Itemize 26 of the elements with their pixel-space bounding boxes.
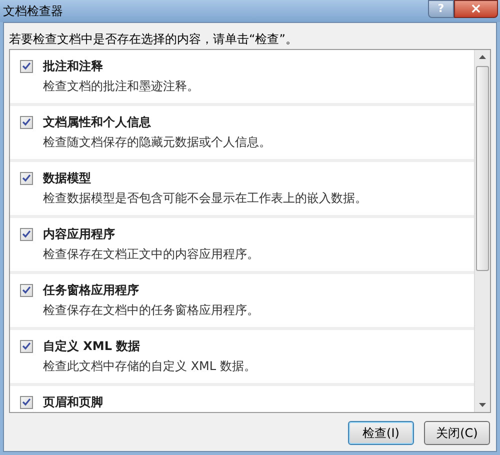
checkbox[interactable] xyxy=(20,172,33,184)
dialog-button[interactable]: 检查(I) xyxy=(348,421,414,445)
checkbox[interactable] xyxy=(20,284,33,296)
checkbox[interactable] xyxy=(20,60,33,72)
option-title: 内容应用程序 xyxy=(43,226,115,242)
option-title: 任务窗格应用程序 xyxy=(43,282,139,298)
option-title: 文档属性和个人信息 xyxy=(43,114,151,130)
instruction-text: 若要检查文档中是否存在选择的内容，请单击“检查”。 xyxy=(9,31,298,48)
option-description: 检查数据模型是否包含可能不会显示在工作表上的嵌入数据。 xyxy=(42,190,368,206)
checkbox[interactable] xyxy=(20,228,33,240)
checkbox[interactable] xyxy=(20,340,33,352)
window-title: 文档检查器 xyxy=(2,3,63,20)
option-title: 自定义 XML 数据 xyxy=(43,338,140,354)
option-title: 批注和注释 xyxy=(43,58,103,74)
scrollbar[interactable] xyxy=(474,50,490,412)
checkbox[interactable] xyxy=(20,116,33,128)
option-description: 检查保存在文档中的任务窗格应用程序。 xyxy=(42,302,260,318)
option-description: 检查保存在文档正文中的内容应用程序。 xyxy=(42,246,260,262)
scroll-thumb[interactable] xyxy=(476,66,489,271)
option-description: 检查文档的批注和墨迹注释。 xyxy=(42,78,200,94)
option-title: 页眉和页脚 xyxy=(43,394,103,410)
option-title: 数据模型 xyxy=(43,170,91,186)
option-description: 检查随文档保存的隐藏元数据或个人信息。 xyxy=(42,134,272,150)
option-description: 检查此文档中存储的自定义 XML 数据。 xyxy=(42,358,257,374)
checkbox[interactable] xyxy=(20,396,33,408)
dialog-button[interactable]: 关闭(C) xyxy=(424,421,490,445)
